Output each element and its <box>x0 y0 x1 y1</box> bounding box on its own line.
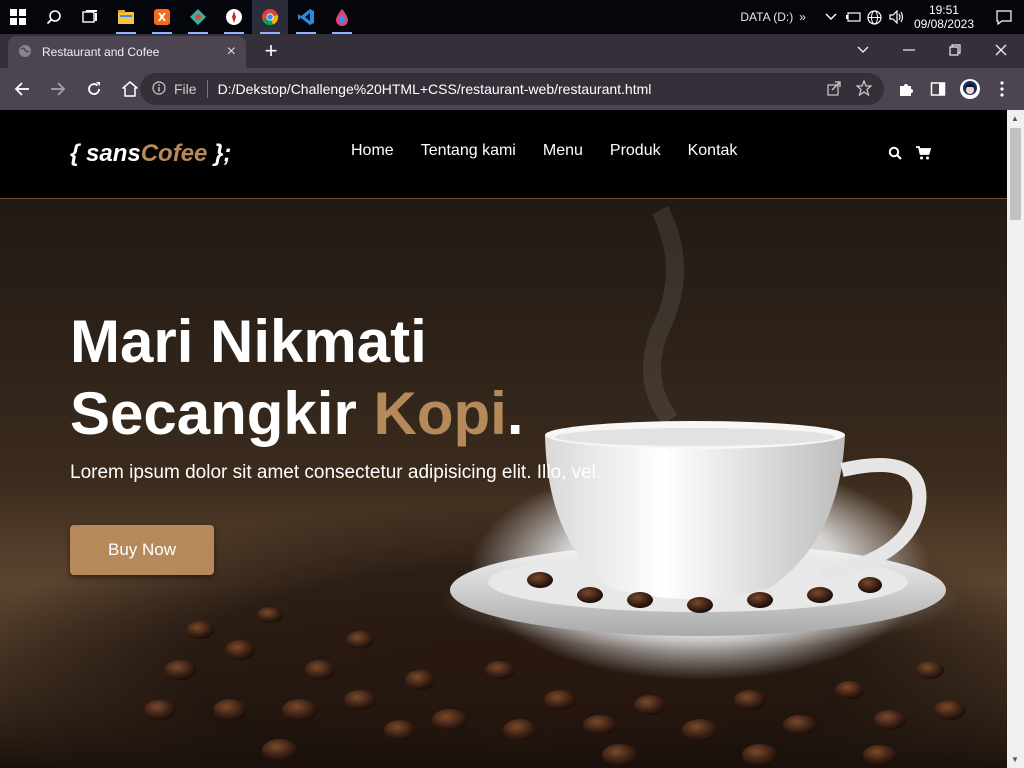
new-tab-button[interactable]: + <box>258 36 284 66</box>
xampp-icon[interactable]: X <box>144 0 180 34</box>
shopping-cart-icon[interactable] <box>916 146 932 165</box>
page-viewport: { sansCofee }; Home Tentang kami Menu Pr… <box>0 110 1007 768</box>
chevron-up-icon[interactable] <box>820 0 842 34</box>
tray-more-label[interactable]: » <box>799 10 806 24</box>
hero-title-line2-end: . <box>506 380 524 447</box>
chrome-icon[interactable] <box>252 0 288 34</box>
globe-icon <box>18 44 32 61</box>
clock-date: 09/08/2023 <box>913 17 974 31</box>
restore-button[interactable] <box>932 34 978 66</box>
browser-tab-strip: Restaurant and Cofee × + <box>0 34 1024 68</box>
nav-home[interactable]: Home <box>351 142 394 160</box>
hero-title-line1: Mari Nikmati <box>70 308 427 375</box>
header-icons <box>888 146 932 165</box>
search-icon[interactable] <box>36 0 72 34</box>
logo-prefix: { sans <box>70 140 141 167</box>
taskbar-clock[interactable]: 19:51 09/08/2023 <box>914 3 974 31</box>
site-logo[interactable]: { sansCofee }; <box>70 140 231 168</box>
side-panel-icon[interactable] <box>922 73 954 105</box>
hero-title-accent: Kopi <box>373 380 507 447</box>
logo-accent: Cofee <box>140 140 208 167</box>
address-divider <box>206 80 208 98</box>
windows-taskbar: X DATA (D:) » 19:51 09/08/2023 <box>0 0 1024 34</box>
address-url[interactable]: D:/Dekstop/Challenge%20HTML+CSS/restaura… <box>218 81 826 97</box>
nav-menu[interactable]: Menu <box>543 142 583 160</box>
nav-kontak[interactable]: Kontak <box>688 142 738 160</box>
profile-avatar[interactable] <box>954 73 986 105</box>
nav-tentang-kami[interactable]: Tentang kami <box>421 142 516 160</box>
address-bar[interactable]: File D:/Dekstop/Challenge%20HTML+CSS/res… <box>140 73 884 105</box>
browser-tab-restaurant[interactable]: Restaurant and Cofee × <box>8 36 246 68</box>
forward-button[interactable] <box>42 73 74 105</box>
logo-suffix: }; <box>207 140 232 167</box>
app-compass-icon[interactable] <box>216 0 252 34</box>
info-icon[interactable] <box>152 80 166 98</box>
volume-icon[interactable] <box>886 0 908 34</box>
close-window-button[interactable] <box>978 34 1024 66</box>
address-scheme-label: File <box>174 81 197 97</box>
main-nav: Home Tentang kami Menu Produk Kontak <box>351 142 737 160</box>
hero-title: Mari Nikmati Secangkir Kopi. <box>70 306 690 450</box>
page-scrollbar[interactable]: ▲ ▼ <box>1007 110 1024 768</box>
browser-toolbar: File D:/Dekstop/Challenge%20HTML+CSS/res… <box>0 68 1024 110</box>
git-icon[interactable] <box>180 0 216 34</box>
minimize-button[interactable] <box>886 34 932 66</box>
paint-drop-icon[interactable] <box>324 0 360 34</box>
file-explorer-icon[interactable] <box>108 0 144 34</box>
scroll-thumb[interactable] <box>1010 128 1021 220</box>
windows-start-icon[interactable] <box>0 0 36 34</box>
svg-text:X: X <box>158 11 167 24</box>
clock-time: 19:51 <box>928 3 959 17</box>
extensions-puzzle-icon[interactable] <box>890 73 922 105</box>
buy-now-button[interactable]: Buy Now <box>70 525 214 575</box>
tab-close-button[interactable]: × <box>227 43 236 61</box>
notification-icon[interactable] <box>984 0 1024 34</box>
scroll-down-arrow-icon[interactable]: ▼ <box>1011 755 1019 764</box>
more-menu-icon[interactable] <box>986 73 1018 105</box>
tab-title: Restaurant and Cofee <box>42 45 160 59</box>
hero-subtitle: Lorem ipsum dolor sit amet consectetur a… <box>70 462 602 483</box>
search-icon[interactable] <box>888 146 902 165</box>
vscode-icon[interactable] <box>288 0 324 34</box>
bookmark-star-icon[interactable] <box>855 78 873 99</box>
hero-title-line2-start: Secangkir <box>70 380 374 447</box>
tray-drive-label[interactable]: DATA (D:) <box>740 10 793 24</box>
network-globe-icon[interactable] <box>864 0 886 34</box>
back-button[interactable] <box>6 73 38 105</box>
task-view-icon[interactable] <box>72 0 108 34</box>
tab-search-chevron-icon[interactable] <box>840 34 886 66</box>
battery-icon[interactable] <box>842 0 864 34</box>
reload-button[interactable] <box>78 73 110 105</box>
share-icon[interactable] <box>826 80 842 99</box>
site-header: { sansCofee }; Home Tentang kami Menu Pr… <box>0 110 1007 199</box>
nav-produk[interactable]: Produk <box>610 142 661 160</box>
scroll-up-arrow-icon[interactable]: ▲ <box>1011 114 1019 123</box>
